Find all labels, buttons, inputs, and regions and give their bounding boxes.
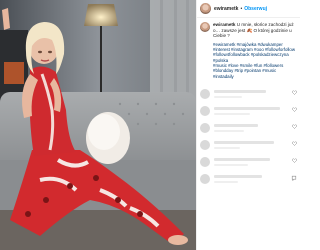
photo-illustration bbox=[0, 0, 196, 250]
comment-text-placeholder bbox=[214, 174, 262, 178]
post-header: ewirametk • Obserwuj bbox=[197, 0, 300, 18]
comment-avatar[interactable] bbox=[200, 88, 210, 99]
heart-icon[interactable] bbox=[292, 124, 297, 129]
comment-text-placeholder bbox=[214, 123, 258, 127]
comment-actions bbox=[285, 105, 297, 112]
comment-lines bbox=[214, 122, 285, 132]
comment-placeholder bbox=[197, 139, 300, 156]
comment-actions bbox=[285, 156, 297, 163]
hashtag-line[interactable]: #follow4followback #polskadziewczyna #po… bbox=[213, 52, 297, 63]
comment-avatar[interactable] bbox=[200, 156, 210, 167]
comment-meta-placeholder bbox=[214, 146, 240, 149]
comment-actions bbox=[285, 173, 297, 181]
comment-placeholder bbox=[197, 88, 300, 105]
comment-text-placeholder bbox=[214, 140, 274, 144]
instagram-post: ewirametk • Obserwuj ewirametk U mnie, s… bbox=[0, 0, 300, 250]
comment-meta-placeholder bbox=[214, 112, 250, 115]
comment-placeholder bbox=[197, 173, 300, 190]
comment-lines bbox=[214, 156, 285, 166]
comment-lines bbox=[214, 88, 285, 98]
comment-meta-placeholder bbox=[214, 95, 242, 98]
caption-username[interactable]: ewirametk bbox=[213, 22, 235, 27]
comment-placeholder bbox=[197, 122, 300, 139]
comment-actions bbox=[285, 122, 297, 129]
comment-avatar[interactable] bbox=[200, 173, 210, 184]
comment-avatar[interactable] bbox=[200, 122, 210, 133]
username-link[interactable]: ewirametk bbox=[214, 6, 238, 12]
post-caption: ewirametk U mnie, słońce zachodzi już o…… bbox=[197, 18, 300, 39]
comment-avatar[interactable] bbox=[200, 105, 210, 116]
comment-lines bbox=[214, 105, 285, 115]
heart-icon[interactable] bbox=[292, 107, 297, 112]
comment-lines bbox=[214, 173, 285, 183]
comment-lines bbox=[214, 139, 285, 149]
comment-actions bbox=[285, 88, 297, 95]
heart-icon[interactable] bbox=[292, 90, 297, 95]
comment-meta-placeholder bbox=[214, 180, 238, 183]
hashtag-block: #ewirametk #majówka #dwukamper #interest… bbox=[197, 39, 300, 79]
comment-meta-placeholder bbox=[214, 163, 248, 166]
comments-list bbox=[197, 88, 300, 190]
reply-icon[interactable] bbox=[291, 175, 297, 181]
comment-meta-placeholder bbox=[214, 129, 244, 132]
comment-placeholder bbox=[197, 105, 300, 122]
comment-text-placeholder bbox=[214, 106, 280, 110]
heart-icon[interactable] bbox=[292, 141, 297, 146]
comment-text-placeholder bbox=[214, 157, 270, 161]
heart-icon[interactable] bbox=[292, 158, 297, 163]
separator-dot: • bbox=[240, 5, 243, 12]
follow-button[interactable]: Obserwuj bbox=[244, 6, 267, 12]
comment-actions bbox=[285, 139, 297, 146]
comment-avatar[interactable] bbox=[200, 139, 210, 150]
hashtag-line[interactable]: #blondday #trip #pointan #music #instada… bbox=[213, 68, 297, 79]
comment-text-placeholder bbox=[214, 89, 266, 93]
avatar[interactable] bbox=[200, 3, 211, 14]
caption-avatar[interactable] bbox=[200, 22, 210, 32]
post-photo[interactable] bbox=[0, 0, 196, 250]
post-sidebar: ewirametk • Obserwuj ewirametk U mnie, s… bbox=[196, 0, 300, 250]
caption-text: ewirametk U mnie, słońce zachodzi już o…… bbox=[213, 22, 297, 39]
comment-placeholder bbox=[197, 156, 300, 173]
